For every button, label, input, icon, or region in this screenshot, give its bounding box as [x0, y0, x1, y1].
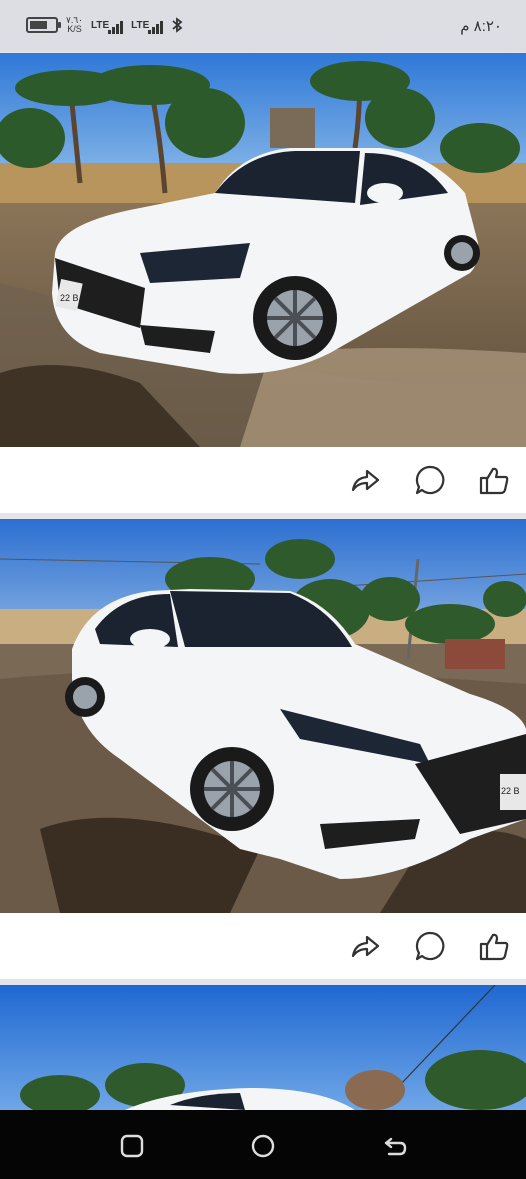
car-photo-image: 22 B	[0, 519, 526, 913]
clock: ٨:٢٠ م	[460, 18, 502, 35]
home-icon	[251, 1134, 275, 1158]
sim1-label: LTE	[91, 19, 110, 31]
post-actions-2	[0, 913, 526, 979]
thumbs-up-icon	[479, 933, 509, 961]
comment-bubble-icon	[415, 931, 445, 961]
share-button[interactable]	[349, 464, 381, 496]
comment-button[interactable]	[414, 930, 446, 962]
post-photo-1[interactable]: 22 B	[0, 53, 526, 447]
recent-apps-button[interactable]	[118, 1132, 146, 1160]
post-photo-2[interactable]: 22 B	[0, 519, 526, 913]
like-button[interactable]	[478, 464, 510, 496]
car-photo-image	[0, 985, 526, 1110]
network-speed: ٧.٦٠ K/S	[66, 16, 83, 34]
post-actions-1	[0, 447, 526, 513]
recent-apps-icon	[120, 1134, 144, 1158]
share-arrow-icon	[351, 935, 380, 958]
sim2-label: LTE	[131, 19, 150, 31]
post-photo-3[interactable]	[0, 985, 526, 1110]
comment-bubble-icon	[415, 465, 445, 495]
home-button[interactable]	[249, 1132, 277, 1160]
battery-icon	[26, 17, 61, 33]
system-nav-bar	[0, 1110, 526, 1179]
sim2-signal-icon: LTE	[131, 19, 164, 34]
share-arrow-icon	[351, 469, 380, 492]
back-icon	[384, 1137, 407, 1156]
sim1-signal-icon: LTE	[91, 19, 124, 34]
plate-1-text: 22 B	[60, 293, 79, 303]
car-photo-image: 22 B	[0, 53, 526, 447]
bluetooth-icon	[172, 17, 183, 33]
thumbs-up-icon	[479, 467, 509, 495]
network-speed-unit: K/S	[67, 24, 82, 34]
comment-button[interactable]	[414, 464, 446, 496]
like-button[interactable]	[478, 930, 510, 962]
status-icons: ٧.٦٠ K/S LTE LTE	[26, 16, 183, 34]
status-bar: ٧.٦٠ K/S LTE LTE ٨:٢٠ م	[0, 0, 526, 52]
plate-2-text: 22 B	[501, 786, 520, 796]
share-button[interactable]	[349, 930, 381, 962]
back-button[interactable]	[381, 1132, 409, 1160]
battery-fill	[30, 21, 47, 29]
